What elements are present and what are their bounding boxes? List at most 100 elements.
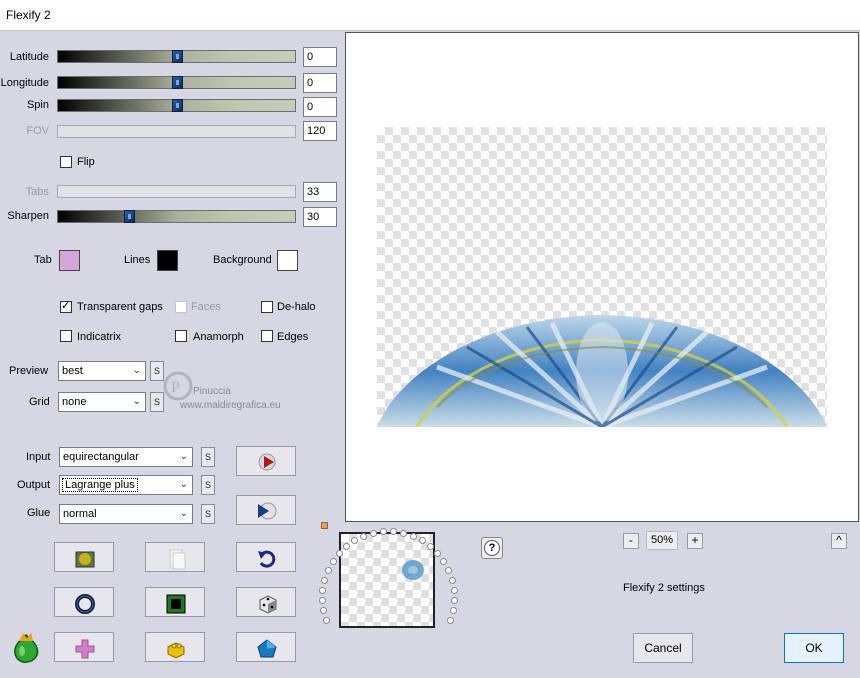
chevron-down-icon: ⌄ — [179, 451, 188, 462]
navigator-thumbnail[interactable] — [339, 532, 435, 628]
transparent-gaps-label: Transparent gaps — [77, 301, 163, 313]
help-icon: ? — [484, 540, 500, 556]
navigator-dot — [440, 558, 447, 565]
longitude-label: Longitude — [0, 77, 49, 89]
watermark-name: Pinuccia — [193, 386, 231, 397]
latitude-label: Latitude — [9, 51, 49, 63]
input-select[interactable]: equirectangular ⌄ — [59, 447, 193, 467]
background-color-swatch[interactable] — [277, 250, 298, 271]
navigator-dot — [319, 587, 326, 594]
glue-s-button[interactable]: S — [201, 504, 215, 524]
navigator-handle[interactable] — [321, 522, 328, 529]
flip-label: Flip — [77, 156, 95, 168]
globe-image-icon — [75, 551, 95, 568]
glue-select-value: normal — [63, 508, 97, 520]
yellow-block-icon — [167, 642, 185, 659]
grid-label: Grid — [29, 396, 50, 408]
output-select[interactable]: Lagrange plus ⌄ — [59, 475, 193, 495]
latitude-slider[interactable] — [57, 50, 296, 63]
frame-button[interactable] — [145, 587, 205, 617]
undo-button[interactable] — [236, 542, 296, 572]
transparent-gaps-checkbox[interactable] — [60, 299, 72, 313]
output-s-button[interactable]: S — [201, 475, 215, 495]
window-title: Flexify 2 — [6, 8, 51, 22]
navigator-dot — [360, 533, 367, 540]
pink-cross-icon — [75, 639, 95, 659]
globe-preview-graphic — [377, 315, 827, 427]
load-image-button[interactable] — [54, 542, 114, 572]
indicatrix-checkbox[interactable] — [60, 330, 72, 342]
navigator-dot — [325, 567, 332, 574]
sharpen-slider[interactable] — [57, 210, 296, 223]
help-button[interactable]: ? — [481, 537, 503, 559]
dehalo-label: De-halo — [277, 301, 316, 313]
navigator-dot — [390, 528, 397, 535]
tabs-slider — [57, 185, 296, 198]
indicatrix-label: Indicatrix — [77, 331, 122, 343]
tab-color-swatch[interactable] — [59, 250, 80, 271]
ok-button[interactable]: OK — [784, 633, 844, 663]
edges-checkbox[interactable] — [261, 330, 273, 342]
glue-select[interactable]: normal ⌄ — [59, 504, 193, 524]
navigator-dot — [380, 528, 387, 535]
preview-panel[interactable] — [345, 32, 859, 522]
morph-play-button[interactable] — [236, 495, 296, 525]
spin-field[interactable]: 0 — [303, 97, 337, 117]
settings-label: Flexify 2 settings — [623, 582, 705, 594]
sharpen-field[interactable]: 30 — [303, 207, 337, 227]
dice-icon — [259, 595, 277, 614]
zoom-out-button[interactable]: - — [623, 533, 639, 549]
lines-color-swatch[interactable] — [157, 250, 178, 271]
longitude-slider-thumb[interactable] — [172, 76, 183, 89]
latitude-slider-thumb[interactable] — [172, 50, 183, 63]
dehalo-checkbox[interactable] — [261, 301, 273, 313]
tabs-field: 33 — [303, 182, 337, 202]
play-button[interactable] — [236, 446, 296, 476]
copy-button — [145, 542, 205, 572]
output-select-value: Lagrange plus — [62, 478, 138, 492]
pentagon-icon — [257, 639, 277, 658]
navigator-dot — [427, 543, 434, 550]
background-color-label: Background — [213, 254, 272, 266]
cancel-button[interactable]: Cancel — [633, 633, 693, 663]
flip-checkbox[interactable] — [60, 156, 72, 168]
zoom-in-button[interactable]: + — [687, 533, 703, 549]
random-button[interactable] — [236, 587, 296, 617]
latitude-field[interactable]: 0 — [303, 47, 337, 67]
fov-label: FOV — [26, 125, 49, 137]
grid-select-value: none — [62, 396, 87, 408]
ring-button[interactable] — [54, 587, 114, 617]
tile-button[interactable] — [54, 632, 114, 662]
anamorph-checkbox[interactable] — [175, 330, 187, 342]
navigator-dot — [449, 577, 456, 584]
spin-label: Spin — [26, 99, 49, 111]
output-label: Output — [17, 479, 51, 491]
input-s-button[interactable]: S — [201, 447, 215, 467]
faces-checkbox — [175, 301, 187, 313]
navigator-dot — [451, 597, 458, 604]
sharpen-label: Sharpen — [7, 210, 49, 222]
navigator-dot — [321, 577, 328, 584]
grid-select[interactable]: none ⌄ — [58, 392, 146, 412]
flaming-pear-logo — [9, 631, 43, 665]
edges-label: Edges — [277, 331, 309, 343]
collapse-button[interactable]: ^ — [831, 533, 847, 549]
chevron-down-icon: ⌄ — [179, 508, 188, 519]
copy-icon — [169, 549, 186, 570]
spin-slider[interactable] — [57, 99, 296, 112]
longitude-field[interactable]: 0 — [303, 73, 337, 93]
disc-play-icon — [258, 502, 277, 520]
spin-slider-thumb[interactable] — [172, 99, 183, 112]
tabs-label: Tabs — [25, 186, 49, 198]
navigator-dot — [319, 597, 326, 604]
input-label: Input — [26, 451, 51, 463]
sharpen-slider-thumb[interactable] — [124, 210, 135, 223]
block-button[interactable] — [145, 632, 205, 662]
chevron-down-icon: ⌄ — [179, 479, 188, 490]
chevron-down-icon: ⌄ — [132, 365, 141, 376]
shape-button[interactable] — [236, 632, 296, 662]
navigator-dot — [351, 537, 358, 544]
ring-icon — [75, 594, 95, 614]
longitude-slider[interactable] — [57, 76, 296, 89]
preview-select[interactable]: best ⌄ — [58, 361, 146, 381]
